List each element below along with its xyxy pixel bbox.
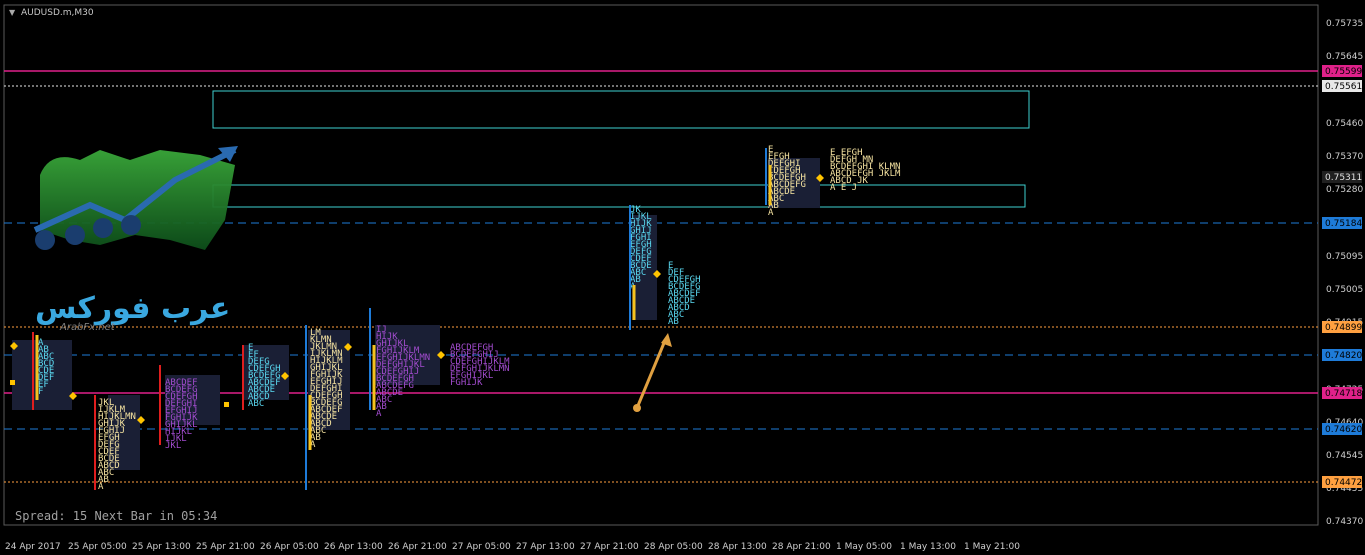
price-label: 0.74899 (1325, 323, 1362, 333)
time-tick: 1 May 05:00 (836, 542, 892, 552)
price-label: 0.74820 (1325, 351, 1362, 361)
price-tick: 0.74545 (1326, 451, 1363, 461)
price-tick: 0.74370 (1326, 517, 1363, 527)
price-tick: 0.75005 (1326, 285, 1363, 295)
price-label: 0.75561 (1325, 82, 1362, 92)
price-label: 0.74718 (1325, 389, 1362, 399)
time-tick: 26 Apr 05:00 (260, 542, 319, 552)
time-tick: 25 Apr 13:00 (132, 542, 191, 552)
logo-arabic-text: عرب فوركس (35, 291, 230, 326)
price-tick: 0.75280 (1326, 185, 1363, 195)
chart-area (3, 4, 1319, 526)
price-tick: 0.75370 (1326, 152, 1363, 162)
chart-window[interactable]: ▼ AUDUSD.m,M30 0.75735 0.75645 0.75460 0… (0, 0, 1365, 555)
time-tick: 26 Apr 13:00 (324, 542, 383, 552)
watermark: ArabFx.net (59, 322, 116, 333)
time-tick: 27 Apr 05:00 (452, 542, 511, 552)
time-tick: 28 Apr 05:00 (644, 542, 703, 552)
status-line: Spread: 15 Next Bar in 05:34 (15, 509, 217, 523)
chart-title: AUDUSD.m,M30 (21, 8, 94, 18)
time-tick: 1 May 13:00 (900, 542, 956, 552)
time-tick: 28 Apr 13:00 (708, 542, 767, 552)
dropdown-arrow-icon[interactable]: ▼ (9, 8, 16, 17)
time-tick: 26 Apr 21:00 (388, 542, 447, 552)
time-tick: 1 May 21:00 (964, 542, 1020, 552)
time-tick: 25 Apr 21:00 (196, 542, 255, 552)
price-tick: 0.75460 (1326, 119, 1363, 129)
price-tick: 0.75735 (1326, 19, 1363, 29)
time-tick: 28 Apr 21:00 (772, 542, 831, 552)
price-label-bid: 0.75311 (1325, 173, 1362, 183)
time-tick: 25 Apr 05:00 (68, 542, 127, 552)
price-tick: 0.75645 (1326, 52, 1363, 62)
time-tick: 24 Apr 2017 (5, 542, 61, 552)
time-tick: 27 Apr 21:00 (580, 542, 639, 552)
price-label: 0.74620 (1325, 425, 1362, 435)
price-label: 0.74472 (1325, 478, 1362, 488)
price-tick: 0.75095 (1326, 252, 1363, 262)
price-axis[interactable]: 0.75735 0.75645 0.75460 0.75370 0.75280 … (1326, 19, 1363, 527)
price-label: 0.75599 (1325, 67, 1362, 77)
time-axis[interactable]: 24 Apr 2017 25 Apr 05:00 25 Apr 13:00 25… (5, 542, 1020, 552)
time-tick: 27 Apr 13:00 (516, 542, 575, 552)
price-label: 0.75184 (1325, 219, 1362, 229)
